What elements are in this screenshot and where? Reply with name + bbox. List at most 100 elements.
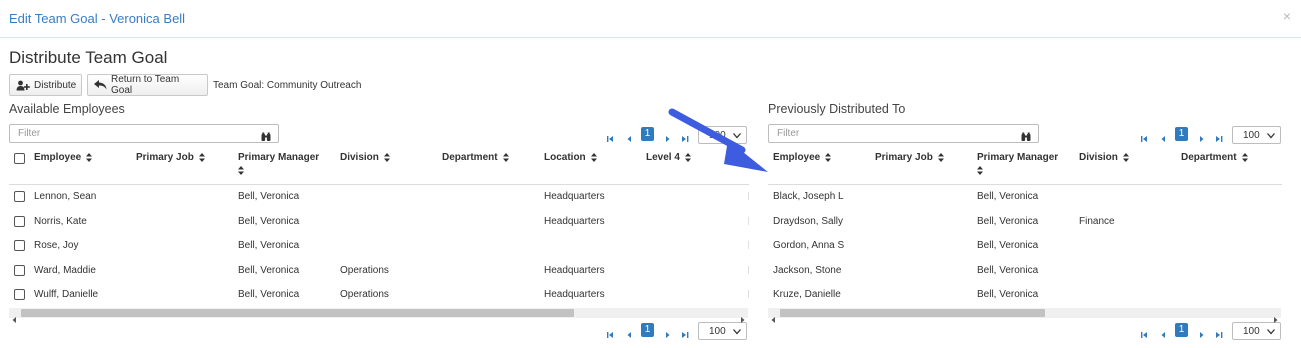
available-employees-grid: Employee Primary Job Primary Manager Divisi…	[9, 151, 749, 307]
cell-location: Headquarters	[544, 216, 605, 227]
sort-icon[interactable]	[498, 152, 509, 163]
column-header-department[interactable]: Department	[442, 152, 509, 163]
next-page-icon[interactable]	[665, 326, 670, 344]
sort-icon[interactable]	[586, 152, 597, 163]
cell-primary-manager: Bell, Veronica	[977, 265, 1039, 276]
column-header-employee[interactable]: Employee	[773, 152, 832, 163]
cell-employee: Jackson, Stone	[773, 265, 842, 276]
cell-employee: Gordon, Anna S	[773, 240, 845, 251]
sort-icon[interactable]	[977, 165, 983, 176]
cell-primary-manager: Bell, Veronica	[977, 240, 1039, 251]
sort-icon[interactable]	[238, 165, 244, 176]
distributed-filter-input[interactable]	[777, 128, 997, 139]
distributed-horizontal-scrollbar[interactable]	[768, 308, 1281, 323]
column-header-division[interactable]: Division	[1079, 152, 1129, 163]
cell-primary-manager: Bell, Veronica	[977, 289, 1039, 300]
prev-page-icon[interactable]	[1161, 326, 1166, 344]
column-header-primary-manager[interactable]: Primary Manager	[977, 152, 1058, 176]
table-row[interactable]: Lennon, Sean Bell, Veronica Headquarters	[9, 188, 749, 204]
scrollbar-thumb[interactable]	[780, 309, 1045, 317]
chevron-down-icon	[733, 329, 741, 335]
current-page[interactable]: 1	[1175, 323, 1188, 337]
column-header-employee[interactable]: Employee	[34, 152, 93, 163]
cell-employee: Rose, Joy	[34, 240, 79, 251]
page-size-select[interactable]: 100	[1232, 126, 1281, 144]
close-icon[interactable]: ×	[1283, 8, 1291, 24]
table-row[interactable]: Jackson, Stone Bell, Veronica	[768, 262, 1282, 278]
column-header-primary-job[interactable]: Primary Job	[136, 152, 205, 163]
distributed-pager-top: 1 100	[1139, 126, 1282, 144]
cell-division: Finance	[1079, 216, 1115, 227]
current-page[interactable]: 1	[641, 323, 654, 337]
row-checkbox[interactable]	[14, 191, 25, 202]
scroll-left-icon[interactable]	[771, 310, 776, 328]
available-filter[interactable]	[9, 124, 279, 143]
column-header-label: Division	[340, 152, 379, 163]
table-row[interactable]: Kruze, Danielle Bell, Veronica	[768, 286, 1282, 302]
distribute-label: Distribute	[34, 79, 77, 91]
prev-page-icon[interactable]	[1161, 130, 1166, 148]
column-header-primary-job[interactable]: Primary Job	[875, 152, 944, 163]
prev-page-icon[interactable]	[627, 130, 632, 148]
distributed-filter[interactable]	[768, 124, 1039, 143]
row-checkbox[interactable]	[14, 289, 25, 300]
sort-icon[interactable]	[1237, 152, 1248, 163]
column-separator	[748, 217, 749, 225]
last-page-icon[interactable]	[682, 326, 689, 344]
table-row[interactable]: Ward, Maddie Bell, Veronica Operations Head…	[9, 262, 749, 278]
previously-distributed-title: Previously Distributed To	[768, 102, 906, 116]
first-page-icon[interactable]	[607, 326, 614, 344]
column-header-location[interactable]: Location	[544, 152, 597, 163]
table-row[interactable]: Draydson, Sally Bell, Veronica Finance	[768, 213, 1282, 229]
return-to-team-goal-button[interactable]: Return to Team Goal	[87, 74, 208, 96]
cell-division: Operations	[340, 265, 389, 276]
table-row[interactable]: Rose, Joy Bell, Veronica	[9, 237, 749, 253]
header-divider	[768, 184, 1282, 185]
scroll-right-icon[interactable]	[1273, 310, 1278, 328]
current-page[interactable]: 1	[1175, 127, 1188, 141]
column-header-division[interactable]: Division	[340, 152, 390, 163]
next-page-icon[interactable]	[1199, 326, 1204, 344]
column-header-label: Employee	[34, 152, 82, 163]
current-page[interactable]: 1	[641, 127, 654, 141]
first-page-icon[interactable]	[1141, 130, 1148, 148]
last-page-icon[interactable]	[1216, 326, 1223, 344]
distribute-button[interactable]: Distribute	[9, 74, 82, 96]
available-filter-input[interactable]	[18, 128, 238, 139]
scroll-right-icon[interactable]	[740, 310, 745, 328]
cell-employee: Ward, Maddie	[34, 265, 96, 276]
table-row[interactable]: Wulff, Danielle Bell, Veronica Operations H…	[9, 286, 749, 302]
column-header-department[interactable]: Department	[1181, 152, 1248, 163]
column-separator	[748, 266, 749, 274]
sort-icon[interactable]	[933, 152, 944, 163]
last-page-icon[interactable]	[1216, 130, 1223, 148]
column-header-primary-manager[interactable]: Primary Manager	[238, 152, 319, 176]
cell-employee: Black, Joseph L	[773, 191, 844, 202]
binoculars-icon[interactable]	[1021, 129, 1031, 147]
sort-icon[interactable]	[379, 152, 390, 163]
sort-icon[interactable]	[820, 152, 832, 163]
select-all-checkbox[interactable]	[14, 153, 25, 164]
cell-employee: Kruze, Danielle	[773, 289, 841, 300]
page-size-value: 100	[1243, 326, 1260, 337]
table-row[interactable]: Black, Joseph L Bell, Veronica	[768, 188, 1282, 204]
row-checkbox[interactable]	[14, 265, 25, 276]
scrollbar-thumb[interactable]	[21, 309, 574, 317]
first-page-icon[interactable]	[607, 130, 614, 148]
sort-icon[interactable]	[1118, 152, 1129, 163]
row-checkbox[interactable]	[14, 240, 25, 251]
row-checkbox[interactable]	[14, 216, 25, 227]
table-row[interactable]: Norris, Kate Bell, Veronica Headquarters	[9, 213, 749, 229]
sort-icon[interactable]	[81, 152, 93, 163]
first-page-icon[interactable]	[1141, 326, 1148, 344]
sort-icon[interactable]	[194, 152, 205, 163]
binoculars-icon[interactable]	[261, 129, 271, 147]
prev-page-icon[interactable]	[627, 326, 632, 344]
scroll-left-icon[interactable]	[12, 310, 17, 328]
section-title: Distribute Team Goal	[9, 48, 168, 67]
reply-arrow-icon	[94, 80, 107, 90]
next-page-icon[interactable]	[1199, 130, 1204, 148]
available-horizontal-scrollbar[interactable]	[9, 308, 748, 323]
table-row[interactable]: Gordon, Anna S Bell, Veronica	[768, 237, 1282, 253]
cell-employee: Draydson, Sally	[773, 216, 844, 227]
